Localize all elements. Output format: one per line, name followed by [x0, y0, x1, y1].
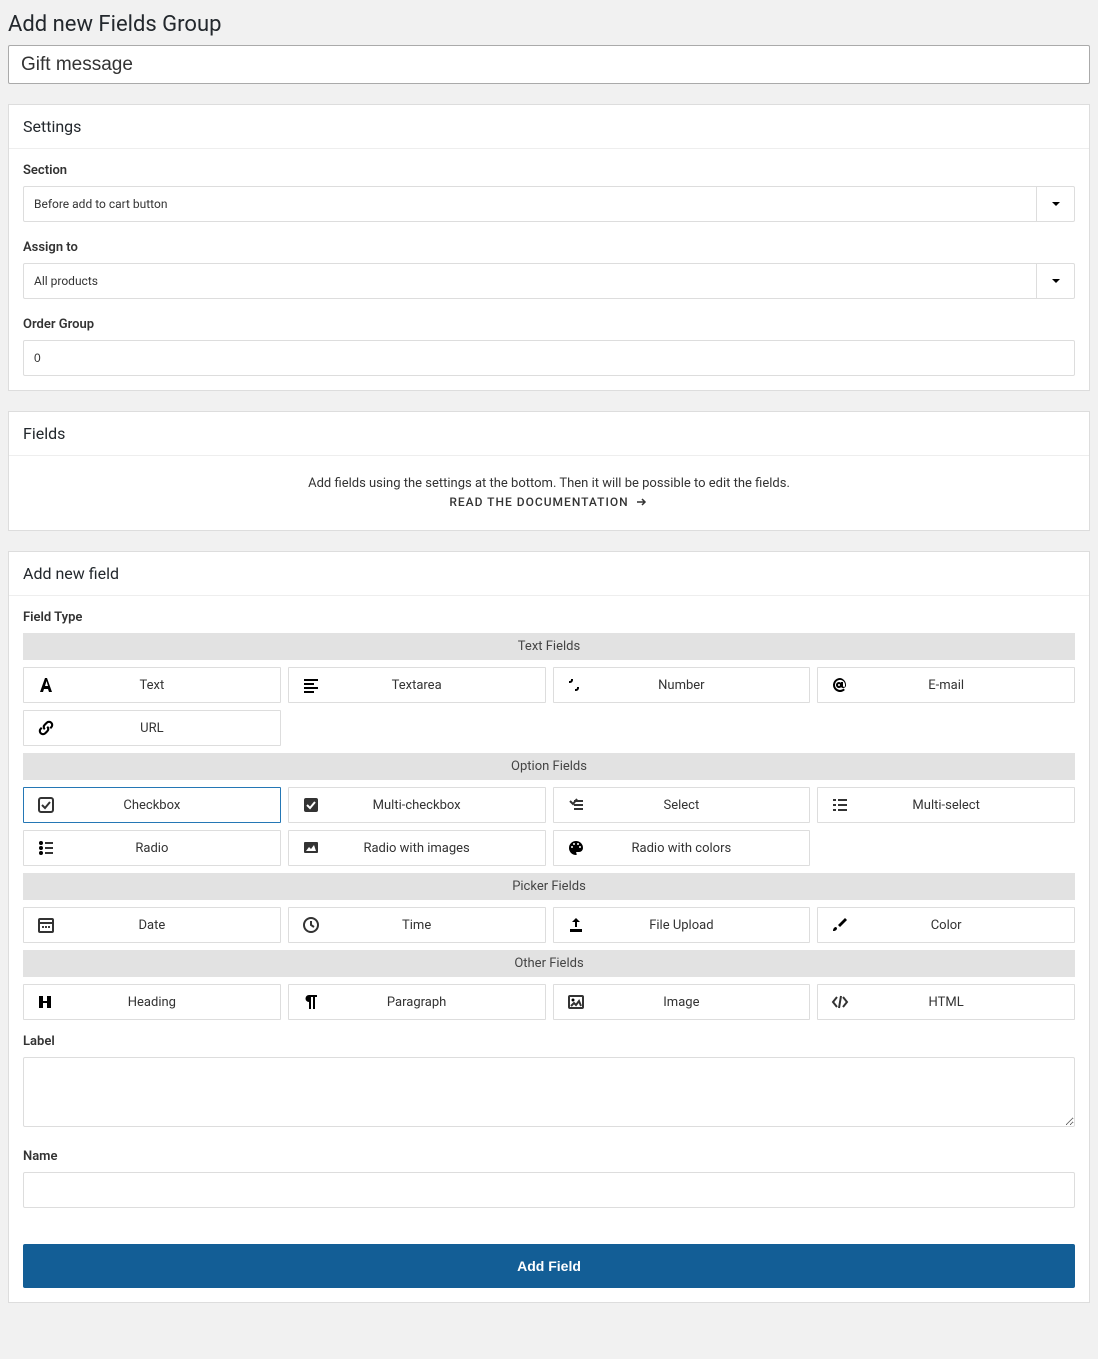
- label-textarea[interactable]: [23, 1057, 1075, 1127]
- caret-down-icon: [1036, 187, 1074, 221]
- number-icon: [554, 676, 598, 694]
- page-title: Add new Fields Group: [0, 0, 1098, 45]
- group-title-wrap: [8, 45, 1090, 84]
- type-paragraph-button[interactable]: Paragraph: [288, 984, 546, 1020]
- type-fileupload-button[interactable]: File Upload: [553, 907, 811, 943]
- paragraph-icon: [289, 993, 333, 1011]
- type-date-button[interactable]: Date: [23, 907, 281, 943]
- section-option-fields: Option Fields: [23, 753, 1075, 780]
- section-picker-fields: Picker Fields: [23, 873, 1075, 900]
- type-image-button[interactable]: Image: [553, 984, 811, 1020]
- assign-to-select-value: All products: [24, 264, 1036, 298]
- code-icon: [818, 993, 862, 1011]
- assign-to-select[interactable]: All products: [23, 263, 1075, 299]
- type-html-label: HTML: [862, 995, 1074, 1010]
- add-new-field-panel: Add new field Field Type Text Fields Tex…: [8, 551, 1090, 1303]
- section-select[interactable]: Before add to cart button: [23, 186, 1075, 222]
- clock-icon: [289, 916, 333, 934]
- type-email-button[interactable]: E-mail: [817, 667, 1075, 703]
- type-url-button[interactable]: URL: [23, 710, 281, 746]
- type-date-label: Date: [68, 918, 280, 933]
- multi-check-icon: [289, 796, 333, 814]
- type-radio-images-button[interactable]: Radio with images: [288, 830, 546, 866]
- type-image-label: Image: [598, 995, 810, 1010]
- settings-panel: Settings Section Before add to cart butt…: [8, 104, 1090, 391]
- assign-to-label: Assign to: [23, 240, 1075, 255]
- radio-images-icon: [289, 839, 333, 857]
- calendar-icon: [24, 916, 68, 934]
- type-select-label: Select: [598, 798, 810, 813]
- radio-list-icon: [24, 839, 68, 857]
- type-paragraph-label: Paragraph: [333, 995, 545, 1010]
- settings-header: Settings: [9, 105, 1089, 149]
- fields-header: Fields: [9, 412, 1089, 456]
- arrow-right-icon: [635, 495, 649, 509]
- check-square-icon: [24, 796, 68, 814]
- type-heading-button[interactable]: Heading: [23, 984, 281, 1020]
- multiselect-icon: [818, 796, 862, 814]
- type-time-label: Time: [333, 918, 545, 933]
- section-other-fields: Other Fields: [23, 950, 1075, 977]
- field-type-label: Field Type: [23, 610, 1075, 625]
- fields-empty-message: Add fields using the settings at the bot…: [23, 476, 1075, 491]
- type-html-button[interactable]: HTML: [817, 984, 1075, 1020]
- add-new-field-header: Add new field: [9, 552, 1089, 596]
- type-select-button[interactable]: Select: [553, 787, 811, 823]
- type-checkbox-button[interactable]: Checkbox: [23, 787, 281, 823]
- fields-panel: Fields Add fields using the settings at …: [8, 411, 1090, 531]
- type-radio-images-label: Radio with images: [333, 841, 545, 856]
- brush-icon: [818, 916, 862, 934]
- type-checkbox-label: Checkbox: [68, 798, 280, 813]
- type-text-button[interactable]: Text: [23, 667, 281, 703]
- type-heading-label: Heading: [68, 995, 280, 1010]
- section-select-value: Before add to cart button: [24, 187, 1036, 221]
- image-icon: [554, 993, 598, 1011]
- doc-link-text: READ THE DOCUMENTATION: [449, 495, 628, 509]
- type-number-label: Number: [598, 678, 810, 693]
- type-multiselect-label: Multi-select: [862, 798, 1074, 813]
- at-icon: [818, 676, 862, 694]
- name-input[interactable]: [23, 1172, 1075, 1208]
- type-radio-colors-button[interactable]: Radio with colors: [553, 830, 811, 866]
- type-radio-colors-label: Radio with colors: [598, 841, 810, 856]
- label-label: Label: [23, 1034, 1075, 1049]
- caret-down-icon: [1036, 264, 1074, 298]
- type-multicheckbox-button[interactable]: Multi-checkbox: [288, 787, 546, 823]
- type-textarea-label: Textarea: [333, 678, 545, 693]
- link-icon: [24, 719, 68, 737]
- group-title-input[interactable]: [19, 53, 1079, 77]
- select-icon: [554, 796, 598, 814]
- type-fileupload-label: File Upload: [598, 918, 810, 933]
- heading-icon: [24, 993, 68, 1011]
- align-left-icon: [289, 676, 333, 694]
- type-text-label: Text: [68, 678, 280, 693]
- order-group-input[interactable]: [23, 340, 1075, 376]
- type-email-label: E-mail: [862, 678, 1074, 693]
- type-color-label: Color: [862, 918, 1074, 933]
- section-label: Section: [23, 163, 1075, 178]
- read-documentation-link[interactable]: READ THE DOCUMENTATION: [449, 495, 648, 509]
- type-radio-button[interactable]: Radio: [23, 830, 281, 866]
- order-group-label: Order Group: [23, 317, 1075, 332]
- type-url-label: URL: [68, 721, 280, 736]
- add-field-button[interactable]: Add Field: [23, 1244, 1075, 1288]
- type-number-button[interactable]: Number: [553, 667, 811, 703]
- type-radio-label: Radio: [68, 841, 280, 856]
- palette-icon: [554, 839, 598, 857]
- type-color-button[interactable]: Color: [817, 907, 1075, 943]
- font-icon: [24, 676, 68, 694]
- type-multiselect-button[interactable]: Multi-select: [817, 787, 1075, 823]
- upload-icon: [554, 916, 598, 934]
- type-time-button[interactable]: Time: [288, 907, 546, 943]
- type-textarea-button[interactable]: Textarea: [288, 667, 546, 703]
- type-multicheckbox-label: Multi-checkbox: [333, 798, 545, 813]
- section-text-fields: Text Fields: [23, 633, 1075, 660]
- name-label: Name: [23, 1149, 1075, 1164]
